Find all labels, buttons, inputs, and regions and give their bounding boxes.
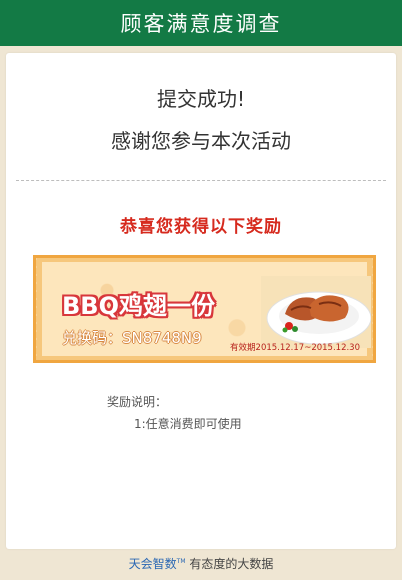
dashed-divider [16,180,386,181]
result-card: 提交成功! 感谢您参与本次活动 恭喜您获得以下奖励 BBQ鸡翅一份 兑换码：SN… [6,53,396,549]
reward-notes-title: 奖励说明： [107,395,168,409]
redeem-code: 兑换码：SN8748N9 [62,329,202,347]
validity-period: 有效期2015.12.17~2015.12.30 [230,343,360,353]
footer: 天会智数TM 有态度的大数据 [0,555,402,572]
header-bar: 顾客满意度调查 [0,0,402,46]
reward-coupon[interactable]: BBQ鸡翅一份 兑换码：SN8748N9 有效期2015.12.17~2015.… [33,255,376,363]
reward-note-item: 1:任意消费即可使用 [134,417,242,431]
congrats-heading: 恭喜您获得以下奖励 [120,217,282,237]
coupon-background: BBQ鸡翅一份 兑换码：SN8748N9 有效期2015.12.17~2015.… [42,262,371,356]
thanks-message: 感谢您参与本次活动 [111,129,291,153]
page-title: 顾客满意度调查 [120,12,282,36]
coupon-title: BBQ鸡翅一份 [62,292,215,320]
success-message: 提交成功! [156,87,246,111]
trademark-mark: TM [176,558,186,565]
chicken-wings-image [261,276,371,348]
brand-name[interactable]: 天会智数 [129,557,177,571]
slogan: 有态度的大数据 [189,557,274,571]
